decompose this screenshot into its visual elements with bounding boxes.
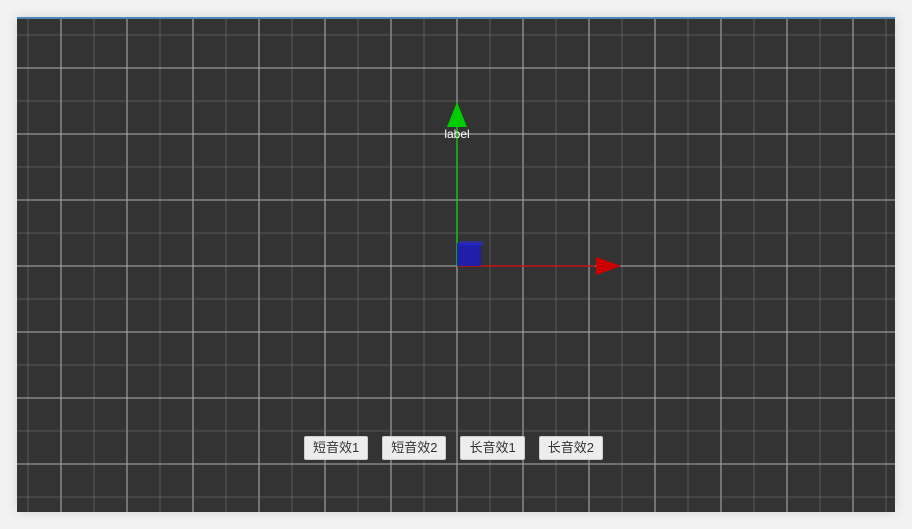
z-axis-cube-highlight	[459, 241, 483, 245]
scene-axes	[447, 102, 621, 275]
short-sound-effect-1-button[interactable]: 短音效1	[304, 436, 369, 460]
long-sound-effect-1-button[interactable]: 长音效1	[460, 436, 525, 460]
z-axis-cube-icon	[457, 243, 481, 266]
long-sound-effect-2-button[interactable]: 长音效2	[538, 436, 603, 460]
short-sound-effect-2-button[interactable]: 短音效2	[382, 436, 447, 460]
y-axis-arrow-icon	[447, 102, 467, 127]
sound-effect-button-bar: 短音效1 短音效2 长音效1 长音效2	[304, 436, 603, 460]
x-axis-arrow-icon	[596, 257, 621, 275]
browser-content-frame: label 短音效1 短音效2 长音效1 长音效2	[17, 17, 895, 512]
webgl-viewport[interactable]: label 短音效1 短音效2 长音效1 长音效2	[17, 19, 895, 512]
